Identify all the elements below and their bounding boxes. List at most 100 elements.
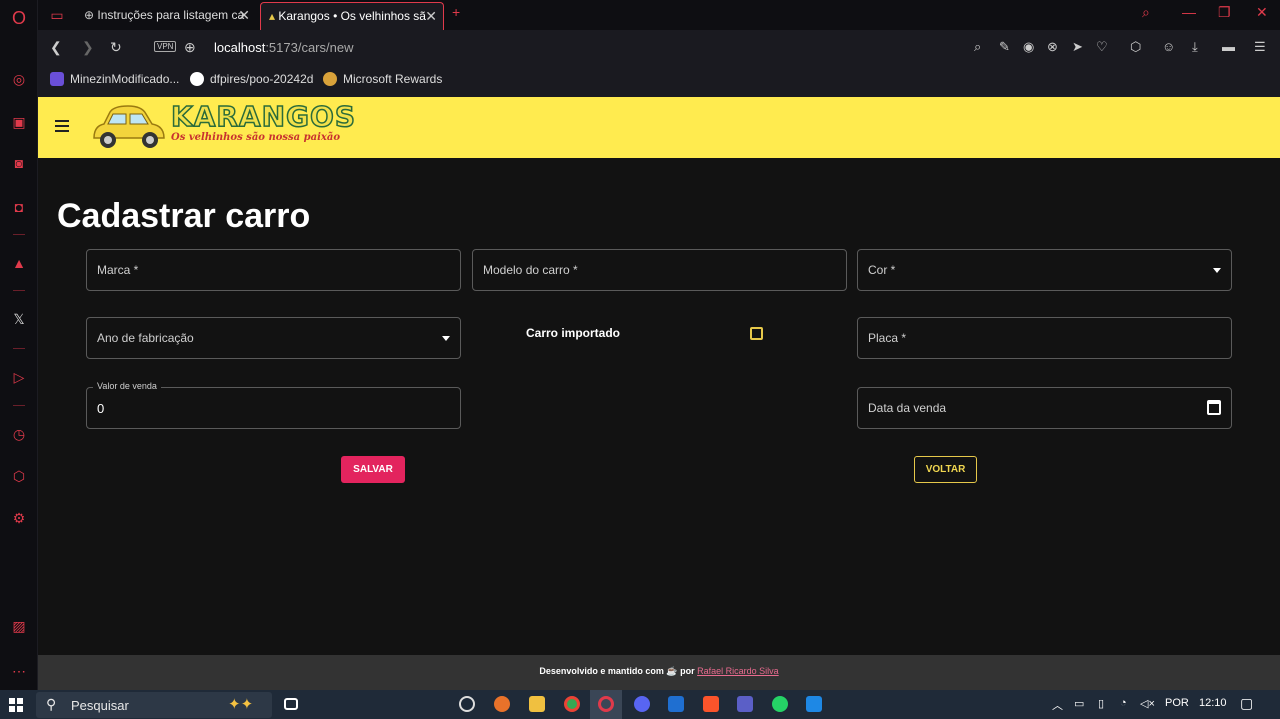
whatsapp-icon[interactable] bbox=[772, 696, 788, 712]
site-info-globe-icon[interactable]: ⊕ bbox=[184, 39, 196, 56]
wallpaper-image-icon[interactable]: ▨ bbox=[10, 617, 28, 635]
forward-icon[interactable]: ❯ bbox=[82, 39, 94, 56]
sale-date-field[interactable]: Data da venda bbox=[857, 387, 1232, 429]
battery-icon[interactable]: ▭ bbox=[1074, 697, 1084, 710]
task-view-icon[interactable] bbox=[284, 698, 298, 710]
adblock-icon[interactable]: ⊗ bbox=[1047, 39, 1058, 55]
vscode-icon[interactable] bbox=[806, 696, 822, 712]
steam-icon[interactable] bbox=[459, 696, 475, 712]
imported-checkbox[interactable] bbox=[750, 327, 763, 340]
history-clock-icon[interactable]: ◷ bbox=[10, 425, 28, 443]
language-indicator[interactable]: POR bbox=[1165, 697, 1189, 709]
zoom-icon[interactable]: ⌕ bbox=[974, 39, 981, 55]
price-label: Valor de venda bbox=[93, 381, 161, 391]
model-field[interactable]: Modelo do carro * bbox=[472, 249, 847, 291]
car-favicon-icon: ▴ bbox=[269, 9, 279, 23]
year-select[interactable]: Ano de fabricação bbox=[86, 317, 461, 359]
clock[interactable]: 12:10 bbox=[1199, 697, 1227, 709]
year-label: Ano de fabricação bbox=[97, 331, 194, 345]
opera-icon bbox=[598, 696, 614, 712]
url-path: :5173/cars/new bbox=[265, 40, 354, 55]
download-icon[interactable]: ⤓ bbox=[1192, 39, 1198, 55]
url-host: localhost bbox=[214, 40, 266, 55]
bookmark-label: Microsoft Rewards bbox=[343, 72, 443, 86]
close-tab-icon[interactable]: ✕ bbox=[425, 3, 437, 29]
battery-saver-icon[interactable]: ▬ bbox=[1222, 39, 1235, 54]
save-button[interactable]: SALVAR bbox=[341, 456, 405, 483]
aria-icon[interactable]: ▲ bbox=[10, 254, 28, 272]
firefox-icon[interactable] bbox=[494, 696, 510, 712]
plate-field[interactable]: Placa * bbox=[857, 317, 1232, 359]
game-controller-icon[interactable]: ▭ bbox=[48, 6, 66, 24]
tab-instructions[interactable]: ⊕ Instruções para listagem ca ✕ bbox=[76, 2, 256, 30]
teams-icon[interactable] bbox=[737, 696, 753, 712]
page-title: Cadastrar carro bbox=[57, 197, 311, 235]
brand-field[interactable]: Marca * bbox=[86, 249, 461, 291]
coffee-icon: ☕ bbox=[666, 666, 678, 676]
extensions-cube-icon[interactable]: ⬡ bbox=[10, 467, 28, 485]
address-bar: ❮ ❯ ↻ VPN ⊕ localhost:5173/cars/new ⌕ ✎ … bbox=[38, 30, 1280, 66]
device-icon[interactable]: ▯ bbox=[1098, 697, 1104, 710]
sidebar-divider bbox=[13, 290, 25, 291]
logo-subtitle: Os velhinhos são nossa paixão bbox=[171, 132, 340, 143]
taskbar-search[interactable]: ⚲ Pesquisar ✦✦ bbox=[36, 692, 272, 718]
app-icon[interactable] bbox=[668, 696, 684, 712]
wifi-icon[interactable]: ◔ bbox=[1120, 697, 1127, 709]
instagram-icon[interactable]: ◘ bbox=[10, 198, 28, 216]
new-tab-icon[interactable]: + bbox=[452, 4, 460, 20]
search-tabs-icon[interactable]: ⌕ bbox=[1142, 4, 1150, 21]
more-dots-icon[interactable]: ⋯ bbox=[10, 662, 28, 680]
easy-setup-icon[interactable]: ☰ bbox=[1254, 39, 1266, 55]
imported-label: Carro importado bbox=[526, 326, 621, 340]
menu-hamburger-icon[interactable] bbox=[55, 120, 69, 132]
volume-muted-icon[interactable]: ◁× bbox=[1140, 697, 1155, 710]
search-icon: ⚲ bbox=[46, 696, 57, 712]
extensions-icon[interactable]: ⬡ bbox=[1130, 39, 1141, 55]
close-tab-icon[interactable]: ✕ bbox=[238, 2, 250, 28]
price-field[interactable]: Valor de venda 0 bbox=[86, 381, 461, 429]
bookmark-minezin[interactable]: MinezinModificado... bbox=[50, 72, 179, 86]
shopping-bag-icon[interactable]: ▣ bbox=[10, 113, 28, 131]
windows-start-icon[interactable] bbox=[9, 698, 23, 712]
notifications-icon[interactable]: ▢ bbox=[1240, 695, 1253, 712]
profile-icon[interactable]: ☺ bbox=[1162, 39, 1175, 54]
back-icon[interactable]: ❮ bbox=[50, 39, 62, 56]
bookmark-microsoft-rewards[interactable]: Microsoft Rewards bbox=[323, 72, 442, 86]
settings-gear-icon[interactable]: ⚙ bbox=[10, 509, 28, 527]
url-field[interactable]: localhost:5173/cars/new bbox=[214, 40, 353, 55]
edit-icon[interactable]: ✎ bbox=[999, 39, 1010, 55]
vpn-badge[interactable]: VPN bbox=[154, 41, 177, 52]
brave-icon[interactable] bbox=[703, 696, 719, 712]
bookmark-github[interactable]: dfpires/poo-20242d bbox=[190, 72, 313, 86]
player-icon[interactable]: ▷ bbox=[10, 368, 28, 386]
file-explorer-icon[interactable] bbox=[529, 696, 545, 712]
camera-icon[interactable]: ◉ bbox=[1023, 39, 1034, 55]
minimize-icon[interactable]: — bbox=[1182, 4, 1196, 20]
reload-icon[interactable]: ↻ bbox=[110, 39, 122, 56]
bookmark-label: MinezinModificado... bbox=[70, 72, 180, 86]
back-button[interactable]: VOLTAR bbox=[914, 456, 977, 483]
twitch-icon[interactable]: ◙ bbox=[10, 154, 28, 172]
tab-bar: ▭ ⊕ Instruções para listagem ca ✕ ▴ Kara… bbox=[38, 0, 1280, 30]
car-logo-icon bbox=[93, 105, 165, 148]
speed-dial-icon[interactable]: ◎ bbox=[10, 70, 28, 88]
tray-expand-icon[interactable]: ︿ bbox=[1052, 697, 1063, 713]
opera-taskbar-button[interactable] bbox=[590, 690, 622, 719]
opera-logo-icon[interactable]: O bbox=[10, 9, 28, 27]
chrome-icon[interactable] bbox=[564, 696, 580, 712]
calendar-icon[interactable] bbox=[1207, 400, 1221, 415]
footer-author-link[interactable]: Rafael Ricardo Silva bbox=[697, 666, 779, 676]
discord-icon[interactable] bbox=[634, 696, 650, 712]
model-label: Modelo do carro * bbox=[483, 263, 578, 277]
tab-title: Instruções para listagem ca bbox=[97, 8, 245, 22]
restore-icon[interactable]: ❐ bbox=[1218, 4, 1231, 21]
bookmarks-bar: MinezinModificado... dfpires/poo-20242d … bbox=[38, 66, 1280, 97]
heart-icon[interactable]: ♡ bbox=[1096, 39, 1108, 55]
send-icon[interactable]: ➤ bbox=[1072, 39, 1083, 55]
sidebar-divider bbox=[13, 405, 25, 406]
color-select[interactable]: Cor * bbox=[857, 249, 1232, 291]
x-twitter-icon[interactable]: 𝕏 bbox=[10, 310, 28, 328]
close-window-icon[interactable]: ✕ bbox=[1256, 4, 1268, 21]
tab-karangos[interactable]: ▴ Karangos • Os velhinhos sã ✕ bbox=[260, 2, 444, 30]
bookmark-label: dfpires/poo-20242d bbox=[210, 72, 314, 86]
